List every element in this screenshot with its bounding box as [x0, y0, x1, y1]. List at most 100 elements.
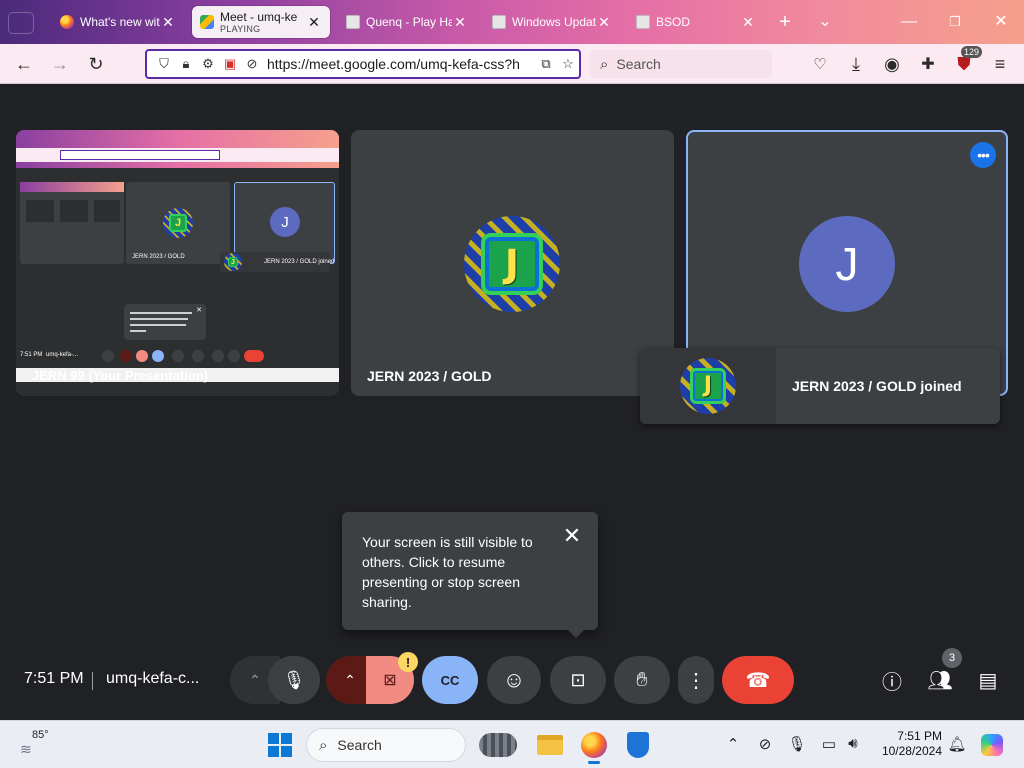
- system-clock[interactable]: 7:51 PM 10/28/2024: [876, 729, 942, 759]
- meeting-controls: 7:51 PM umq-kefa-c... ⌃ 🎙︎ ⌃ ⊠ ! CC ☺ ⊡ …: [0, 648, 1024, 704]
- search-field[interactable]: ⌕ Search: [590, 50, 772, 78]
- reload-icon[interactable]: ↻: [84, 52, 108, 76]
- haze-icon: ≋: [20, 741, 32, 757]
- new-tab-button[interactable]: +: [774, 12, 796, 32]
- search-icon: ⌕: [319, 736, 328, 754]
- bookmark-star-icon[interactable]: ☆: [557, 53, 579, 75]
- start-button[interactable]: [268, 733, 292, 757]
- forward-arrow-icon[interactable]: →: [48, 52, 72, 76]
- temperature: 85°: [32, 729, 49, 741]
- screen-visible-popup[interactable]: Your screen is still visible to others. …: [342, 512, 598, 638]
- firefox-icon: [60, 15, 74, 29]
- mirrored-participant-tile: J JERN 2023 / GOLD: [126, 182, 230, 264]
- raise-hand-button[interactable]: ✋︎: [614, 656, 670, 704]
- pocket-icon[interactable]: ♡: [808, 52, 832, 76]
- extension-badge: 129: [960, 46, 982, 58]
- close-icon[interactable]: ✕: [560, 524, 584, 548]
- tab-overview-button[interactable]: [8, 12, 34, 34]
- weather-widget[interactable]: 85° ≋: [20, 729, 60, 761]
- account-icon[interactable]: ◉: [880, 52, 904, 76]
- chat-icon: ▤: [978, 669, 998, 692]
- present-button[interactable]: ⊡: [550, 656, 606, 704]
- tab-title: What's new with: [80, 15, 160, 29]
- more-options-icon[interactable]: •••: [970, 142, 996, 168]
- close-tab-icon[interactable]: ✕: [306, 14, 322, 31]
- taskbar-search[interactable]: ⌕ Search: [306, 728, 466, 762]
- file-explorer-icon[interactable]: [534, 729, 566, 761]
- warning-badge: !: [398, 652, 418, 672]
- restore-button[interactable]: ❐: [944, 12, 966, 32]
- search-highlight-icon[interactable]: [476, 729, 520, 761]
- google-meet-icon: [200, 15, 214, 29]
- back-arrow-icon[interactable]: ←: [12, 52, 36, 76]
- meet-stage: J JERN 2023 / GOLD J J JERN 2023 / GOLD …: [0, 84, 1024, 720]
- url-text[interactable]: https://meet.google.com/umq-kefa-css?h: [267, 56, 535, 72]
- people-icon: 👥︎: [927, 669, 953, 692]
- taskbar-search-label: Search: [337, 737, 382, 753]
- people-count-badge: 3: [942, 648, 962, 668]
- tab-bsod[interactable]: BSOD ✕: [628, 6, 764, 38]
- present-screen-icon: ⊡: [570, 669, 586, 690]
- chat-button[interactable]: ▤: [974, 666, 1002, 694]
- autoplay-blocked-icon[interactable]: ⊘: [241, 53, 263, 75]
- close-tab-icon[interactable]: ✕: [740, 14, 756, 31]
- microphone-in-use-icon[interactable]: 🎙︎: [786, 735, 808, 753]
- search-placeholder: Search: [616, 56, 661, 72]
- microphone-button[interactable]: 🎙︎: [268, 656, 320, 704]
- emoji-icon: ☺: [502, 667, 526, 692]
- joined-avatar: J: [680, 358, 736, 414]
- close-tab-icon[interactable]: ✕: [160, 14, 176, 31]
- minimize-button[interactable]: —: [898, 12, 920, 32]
- notifications-bell-icon[interactable]: 🔔︎: [946, 735, 968, 753]
- volume-icon[interactable]: 🔊︎: [842, 735, 864, 752]
- mirrored-avatar: J: [163, 208, 193, 238]
- captions-icon: CC: [440, 672, 460, 688]
- close-tab-icon[interactable]: ✕: [452, 14, 468, 31]
- emoji-button[interactable]: ☺: [487, 656, 541, 704]
- mirrored-popup: ✕: [124, 304, 206, 340]
- navigation-bar: ← → ↻ ⛉ 🔒︎ ⚙ ▣ ⊘ https://meet.google.com…: [0, 44, 1024, 84]
- more-options-button[interactable]: ⋮: [678, 656, 714, 704]
- windows-security-icon[interactable]: [622, 729, 654, 761]
- tab-title: Windows Updat: [512, 15, 596, 29]
- system-date: 10/28/2024: [881, 744, 942, 758]
- mirrored-controls: 7:51 PM umq-kefa-...: [16, 348, 339, 364]
- tab-playing-label: PLAYING: [220, 24, 261, 34]
- leave-call-button[interactable]: ☎︎: [722, 656, 794, 704]
- close-window-button[interactable]: ✕: [990, 12, 1012, 32]
- meeting-details-button[interactable]: ⓘ: [878, 666, 906, 694]
- tab-whats-new[interactable]: What's new with ✕: [52, 6, 184, 38]
- generic-page-icon: [346, 15, 360, 29]
- people-button[interactable]: 👥︎: [926, 666, 954, 694]
- menu-icon[interactable]: ≡: [988, 52, 1012, 76]
- tab-windows-update[interactable]: Windows Updat ✕: [484, 6, 620, 38]
- tab-title: Quenq - Play Ha: [366, 15, 452, 29]
- info-icon: ⓘ: [882, 671, 902, 694]
- extensions-icon[interactable]: ✚: [916, 52, 940, 76]
- lock-icon[interactable]: 🔒︎: [175, 53, 197, 75]
- downloads-icon[interactable]: ⤓: [844, 52, 868, 76]
- browser-tab-strip: What's new with ✕ Meet - umq-ke PLAYING …: [0, 0, 1024, 44]
- system-time: 7:51 PM: [897, 729, 942, 743]
- participant-name: JERN 2023 / GOLD: [367, 368, 492, 384]
- shield-icon[interactable]: ⛉: [153, 53, 175, 75]
- participant-tile-jern-gold[interactable]: J JERN 2023 / GOLD: [351, 130, 674, 396]
- show-hidden-icons-chevron-icon[interactable]: ⌃: [722, 735, 744, 753]
- presentation-label: JERN 99 (Your Presentation): [32, 368, 209, 383]
- captions-button[interactable]: CC: [422, 656, 478, 704]
- tab-meet[interactable]: Meet - umq-ke PLAYING ✕: [192, 6, 330, 38]
- tab-list-chevron-icon[interactable]: ⌄: [814, 12, 836, 32]
- screen-share-indicator-icon[interactable]: ▣: [219, 53, 241, 75]
- meeting-code[interactable]: umq-kefa-c...: [106, 670, 199, 688]
- permissions-icon[interactable]: ⚙: [197, 53, 219, 75]
- picture-in-picture-icon[interactable]: ⧉: [535, 53, 557, 75]
- tab-quenq[interactable]: Quenq - Play Ha ✕: [338, 6, 476, 38]
- address-bar[interactable]: ⛉ 🔒︎ ⚙ ▣ ⊘ https://meet.google.com/umq-k…: [145, 49, 581, 79]
- presentation-tile[interactable]: J JERN 2023 / GOLD J J JERN 2023 / GOLD …: [16, 130, 339, 396]
- network-off-icon[interactable]: ⊘: [754, 735, 776, 753]
- ublock-icon[interactable]: ⛊ 129: [952, 46, 982, 76]
- copilot-icon[interactable]: [976, 729, 1008, 761]
- firefox-taskbar-icon[interactable]: [578, 729, 610, 764]
- close-tab-icon[interactable]: ✕: [596, 14, 612, 31]
- display-icon[interactable]: ▭: [818, 735, 840, 753]
